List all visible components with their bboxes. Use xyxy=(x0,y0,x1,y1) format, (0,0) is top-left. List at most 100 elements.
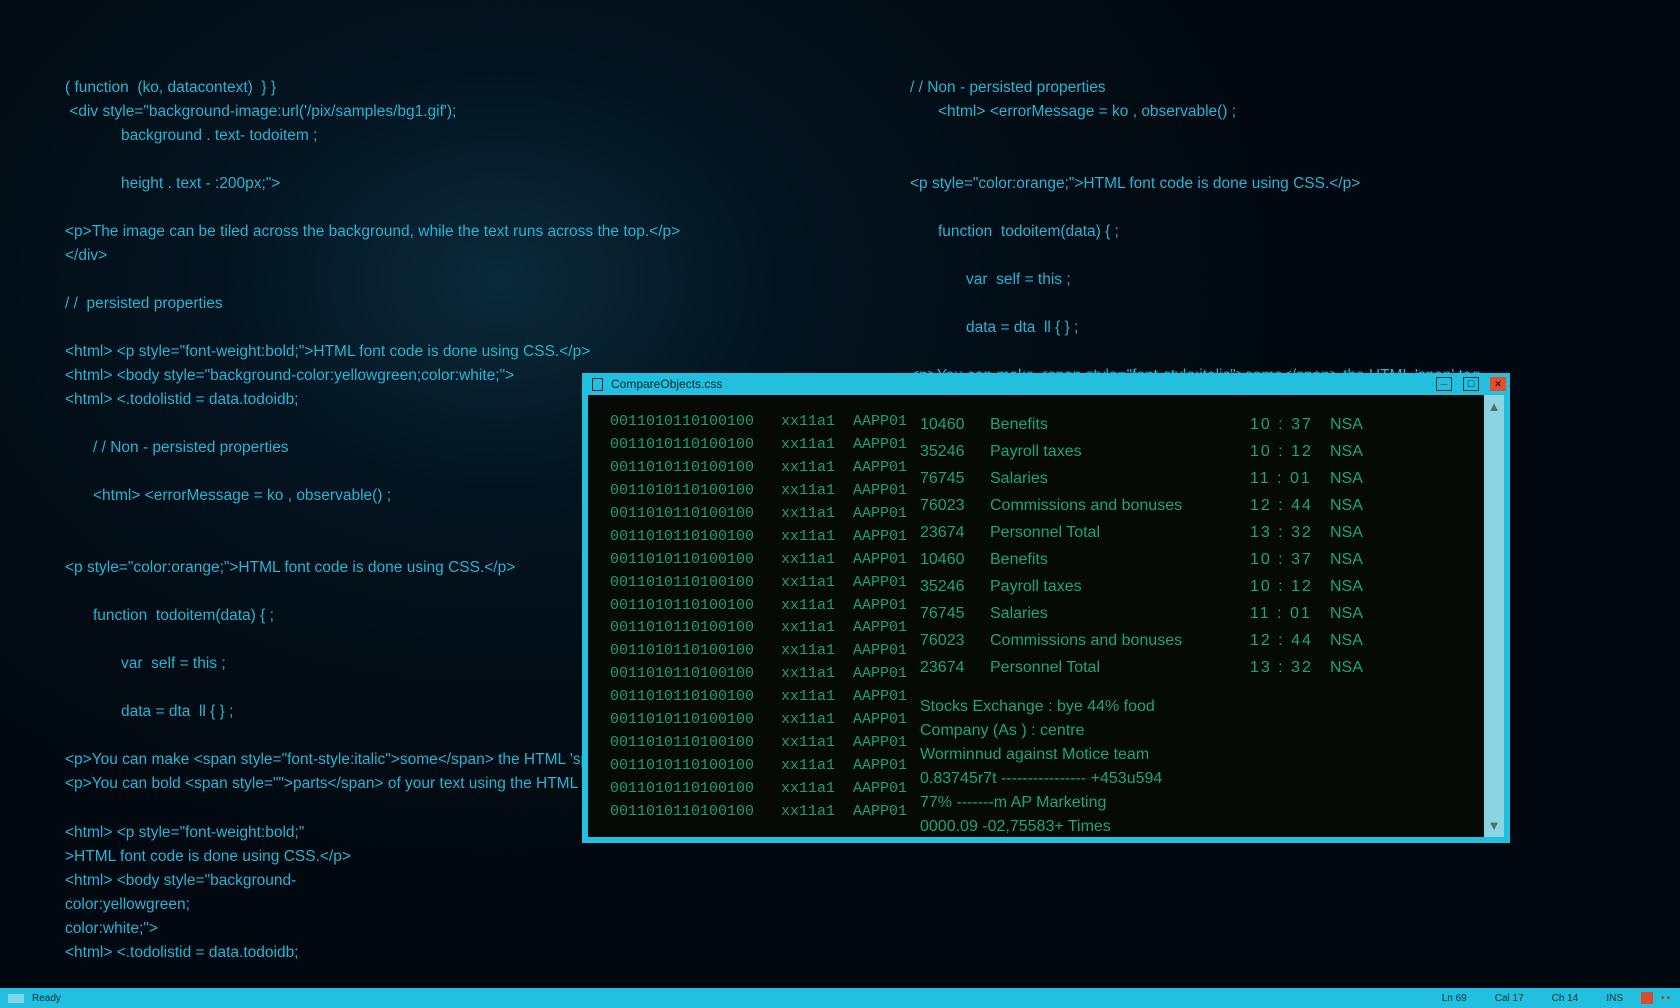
minimize-button[interactable]: ─ xyxy=(1436,377,1452,391)
table-row: 76023Commissions and bonuses12 : 44NSA xyxy=(920,627,1494,654)
row-time: 11 : 01 xyxy=(1250,467,1330,491)
code-line: </div> xyxy=(65,247,107,264)
ready-icon xyxy=(8,994,24,1003)
footer-line: 0.83745r7t ---------------- +453u594 xyxy=(920,767,1494,791)
row-name: Personnel Total xyxy=(990,656,1250,680)
row-name: Payroll taxes xyxy=(990,440,1250,464)
binary-row: 0011010110100100 xx11a1 AAPP01 xyxy=(610,457,890,480)
code-line: <p style="color:orange;">HTML font code … xyxy=(65,559,515,576)
status-line-number: Ln 69 xyxy=(1442,993,1467,1004)
row-time: 13 : 32 xyxy=(1250,521,1330,545)
binary-row: 0011010110100100 xx11a1 AAPP01 xyxy=(610,709,890,732)
window-titlebar[interactable]: CompareObjects.css ─ ☐ ✕ xyxy=(582,373,1510,395)
row-name: Payroll taxes xyxy=(990,575,1250,599)
status-char: Ch 14 xyxy=(1552,993,1579,1004)
table-row: 76745Salaries11 : 01NSA xyxy=(920,465,1494,492)
maximize-button[interactable]: ☐ xyxy=(1463,377,1479,391)
binary-row: 0011010110100100 xx11a1 AAPP01 xyxy=(610,732,890,755)
code-line: <p>You can make <span style="font-style:… xyxy=(65,751,640,768)
footer-line: 0000.09 -02,75583+ Times xyxy=(920,815,1494,837)
code-line: >HTML font code is done using CSS.</p> xyxy=(65,848,351,865)
row-tag: NSA xyxy=(1330,494,1390,518)
table-row: 23674Personnel Total13 : 32NSA xyxy=(920,654,1494,681)
code-line: / / persisted properties xyxy=(65,295,223,312)
binary-row: 0011010110100100 xx11a1 AAPP01 xyxy=(610,549,890,572)
scrollbar[interactable]: ▲ ▼ xyxy=(1484,395,1504,837)
row-id: 76023 xyxy=(920,629,990,653)
warning-icon xyxy=(1641,992,1653,1004)
table-row: 35246Payroll taxes10 : 12NSA xyxy=(920,438,1494,465)
row-id: 76745 xyxy=(920,602,990,626)
scroll-down-icon[interactable]: ▼ xyxy=(1488,818,1501,833)
row-id: 35246 xyxy=(920,575,990,599)
row-name: Commissions and bonuses xyxy=(990,494,1250,518)
code-line: var self = this ; xyxy=(910,268,1550,292)
document-icon xyxy=(592,378,603,391)
compare-objects-window[interactable]: CompareObjects.css ─ ☐ ✕ 001101011010010… xyxy=(582,373,1510,843)
row-time: 10 : 37 xyxy=(1250,413,1330,437)
row-name: Personnel Total xyxy=(990,521,1250,545)
binary-row: 0011010110100100 xx11a1 AAPP01 xyxy=(610,778,890,801)
binary-row: 0011010110100100 xx11a1 AAPP01 xyxy=(610,480,890,503)
code-line: background . text- todoitem ; xyxy=(65,124,785,148)
row-tag: NSA xyxy=(1330,440,1390,464)
close-button[interactable]: ✕ xyxy=(1490,377,1506,391)
code-line: <html> <errorMessage = ko , observable()… xyxy=(910,100,1550,124)
window-title: CompareObjects.css xyxy=(611,377,722,391)
row-name: Benefits xyxy=(990,548,1250,572)
row-id: 23674 xyxy=(920,521,990,545)
code-line: color:white;"> xyxy=(65,920,158,937)
row-time: 13 : 32 xyxy=(1250,656,1330,680)
row-time: 10 : 37 xyxy=(1250,548,1330,572)
status-bar: Ready Ln 69 Cal 17 Ch 14 INS •• xyxy=(0,988,1680,1008)
row-tag: NSA xyxy=(1330,548,1390,572)
row-time: 11 : 01 xyxy=(1250,602,1330,626)
binary-row: 0011010110100100 xx11a1 AAPP01 xyxy=(610,617,890,640)
row-name: Salaries xyxy=(990,602,1250,626)
code-line: ( function (ko, datacontext) } } xyxy=(65,79,276,96)
table-row: 76023Commissions and bonuses12 : 44NSA xyxy=(920,492,1494,519)
row-name: Benefits xyxy=(990,413,1250,437)
code-line: <p>You can bold <span style="">parts</sp… xyxy=(65,775,639,792)
row-tag: NSA xyxy=(1330,413,1390,437)
footer-line: Worminnud against Motice team xyxy=(920,743,1494,767)
row-id: 23674 xyxy=(920,656,990,680)
binary-row: 0011010110100100 xx11a1 AAPP01 xyxy=(610,526,890,549)
binary-row: 0011010110100100 xx11a1 AAPP01 xyxy=(610,595,890,618)
status-dots: •• xyxy=(1661,993,1672,1004)
code-line: <p style="color:orange;">HTML font code … xyxy=(910,175,1360,192)
binary-row: 0011010110100100 xx11a1 AAPP01 xyxy=(610,434,890,457)
code-line: <html> <p style="font-weight:bold;" xyxy=(65,824,304,841)
row-time: 10 : 12 xyxy=(1250,440,1330,464)
row-id: 35246 xyxy=(920,440,990,464)
code-line: <p>The image can be tiled across the bac… xyxy=(65,223,680,240)
scroll-up-icon[interactable]: ▲ xyxy=(1488,399,1501,414)
table-row: 10460Benefits10 : 37NSA xyxy=(920,546,1494,573)
binary-row: 0011010110100100 xx11a1 AAPP01 xyxy=(610,801,890,824)
row-id: 76745 xyxy=(920,467,990,491)
row-id: 76023 xyxy=(920,494,990,518)
data-column: 10460Benefits10 : 37NSA35246Payroll taxe… xyxy=(890,411,1494,821)
row-time: 12 : 44 xyxy=(1250,494,1330,518)
footer-line: Company (As ) : centre xyxy=(920,719,1494,743)
status-column: Cal 17 xyxy=(1495,993,1524,1004)
code-line: <html> <body style="background- xyxy=(65,872,296,889)
table-row: 10460Benefits10 : 37NSA xyxy=(920,411,1494,438)
code-line: <html> <.todolistid = data.todoidb; xyxy=(65,944,299,961)
row-time: 10 : 12 xyxy=(1250,575,1330,599)
row-tag: NSA xyxy=(1330,575,1390,599)
code-line: <html> <p style="font-weight:bold;">HTML… xyxy=(65,343,590,360)
row-name: Salaries xyxy=(990,467,1250,491)
row-tag: NSA xyxy=(1330,521,1390,545)
code-line: color:yellowgreen; xyxy=(65,896,190,913)
code-line: <div style="background-image:url('/pix/s… xyxy=(65,103,456,120)
binary-row: 0011010110100100 xx11a1 AAPP01 xyxy=(610,755,890,778)
row-tag: NSA xyxy=(1330,467,1390,491)
code-line: height . text - :200px;"> xyxy=(65,172,785,196)
row-name: Commissions and bonuses xyxy=(990,629,1250,653)
binary-row: 0011010110100100 xx11a1 AAPP01 xyxy=(610,640,890,663)
footer-line: 77% -------m AP Marketing xyxy=(920,791,1494,815)
table-row: 76745Salaries11 : 01NSA xyxy=(920,600,1494,627)
footer-line: Stocks Exchange : bye 44% food xyxy=(920,695,1494,719)
code-line: <html> <.todolistid = data.todoidb; xyxy=(65,391,299,408)
